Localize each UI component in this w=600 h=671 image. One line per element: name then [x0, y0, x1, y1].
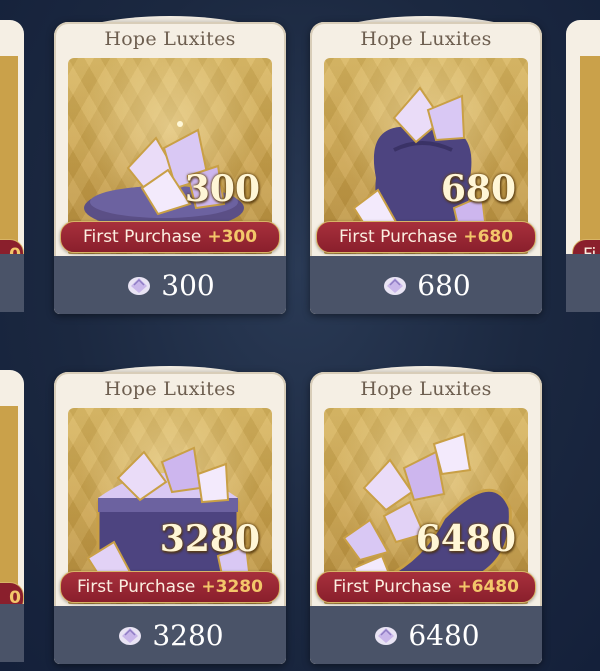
- price-bar[interactable]: 3280: [54, 606, 286, 664]
- price-value: 680: [417, 268, 471, 302]
- first-purchase-bonus: +300: [207, 227, 258, 247]
- first-purchase-label: First Purchase: [82, 227, 202, 247]
- first-purchase-ribbon: First Purchase +300: [60, 221, 280, 253]
- first-purchase-bonus: +680: [463, 227, 514, 247]
- price-value: 3280: [152, 618, 224, 652]
- luxite-gem-icon: [384, 277, 407, 295]
- crystal-amount: 680: [440, 168, 516, 210]
- first-purchase-label: First Purchase: [77, 577, 196, 597]
- peek-card-left-top[interactable]: 0: [0, 20, 24, 312]
- crystal-amount: 6480: [415, 518, 516, 560]
- first-purchase-ribbon: First Purchase +6480: [316, 571, 536, 603]
- peek-card-right-top[interactable]: Fi: [566, 20, 600, 312]
- price-value: 300: [161, 268, 215, 302]
- product-card-6480[interactable]: Hope Luxites 6480 First Purchase +6480 6…: [310, 366, 542, 664]
- card-title: Hope Luxites: [104, 28, 236, 50]
- first-purchase-bonus: +6480: [457, 577, 519, 597]
- product-card-3280[interactable]: Hope Luxites 3280 First Purchase +3280 3…: [54, 366, 286, 664]
- product-card-680[interactable]: Hope Luxites 680 First Purchase +680 680: [310, 16, 542, 314]
- first-purchase-ribbon: First Purchase +680: [316, 221, 536, 253]
- card-title: Hope Luxites: [360, 28, 492, 50]
- price-bar[interactable]: 6480: [310, 606, 542, 664]
- peek-card-left-bottom[interactable]: 0: [0, 370, 24, 662]
- product-card-300[interactable]: Hope Luxites 300 First Purchase +300 300: [54, 16, 286, 314]
- shop-grid: 0 Fi 0 Hope Luxites: [0, 0, 600, 671]
- card-title: Hope Luxites: [360, 378, 492, 400]
- crystal-amount: 300: [184, 168, 260, 210]
- first-purchase-label: First Purchase: [333, 577, 452, 597]
- crystal-amount: 3280: [159, 518, 260, 560]
- luxite-gem-icon: [128, 277, 151, 295]
- card-title: Hope Luxites: [104, 378, 236, 400]
- first-purchase-label: First Purchase: [338, 227, 458, 247]
- price-bar[interactable]: 680: [310, 256, 542, 314]
- price-value: 6480: [408, 618, 480, 652]
- price-bar[interactable]: 300: [54, 256, 286, 314]
- luxite-gem-icon: [119, 627, 142, 645]
- luxite-gem-icon: [375, 627, 398, 645]
- first-purchase-bonus: +3280: [201, 577, 263, 597]
- first-purchase-ribbon: First Purchase +3280: [60, 571, 280, 603]
